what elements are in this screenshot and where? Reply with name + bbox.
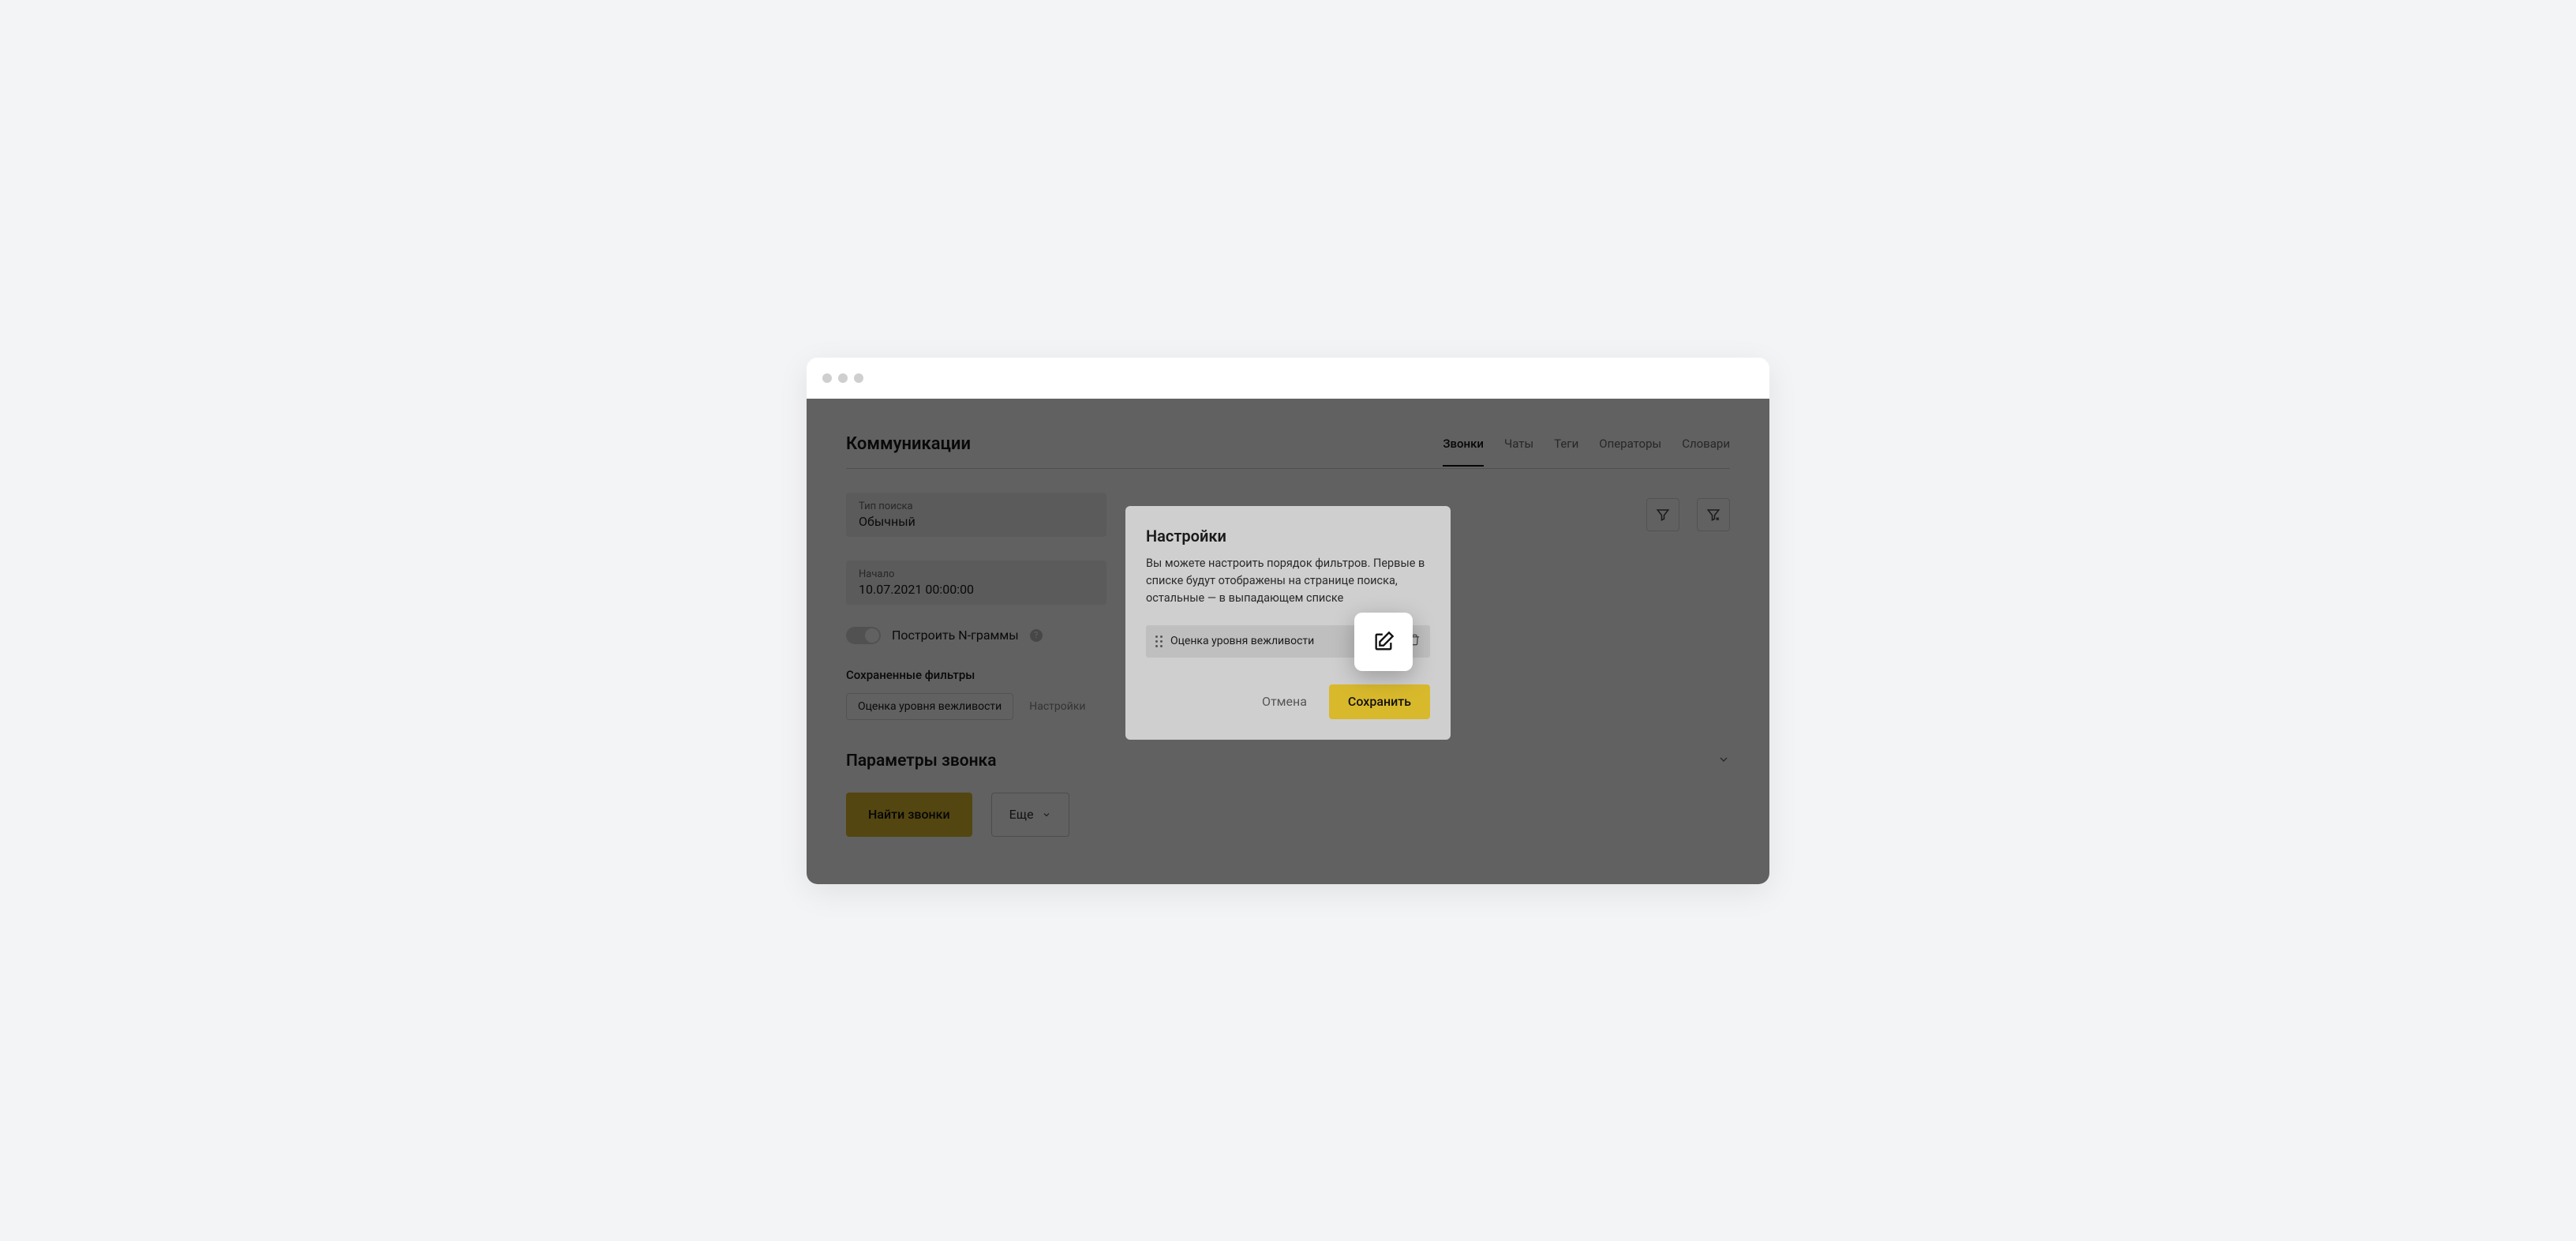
settings-dialog: Настройки Вы можете настроить порядок фи… xyxy=(1125,506,1451,740)
traffic-light-max-icon[interactable] xyxy=(854,373,863,383)
traffic-light-min-icon[interactable] xyxy=(838,373,848,383)
cancel-button[interactable]: Отмена xyxy=(1262,694,1307,709)
save-button[interactable]: Сохранить xyxy=(1329,684,1430,719)
dialog-title: Настройки xyxy=(1146,527,1430,546)
sortable-filter-item[interactable]: Оценка уровня вежливости xyxy=(1146,625,1430,658)
traffic-light-close-icon[interactable] xyxy=(822,373,832,383)
window-titlebar xyxy=(807,358,1769,399)
edit-icon[interactable] xyxy=(1354,613,1413,671)
drag-handle-icon[interactable] xyxy=(1155,635,1163,647)
dialog-description: Вы можете настроить порядок фильтров. Пе… xyxy=(1146,555,1430,608)
